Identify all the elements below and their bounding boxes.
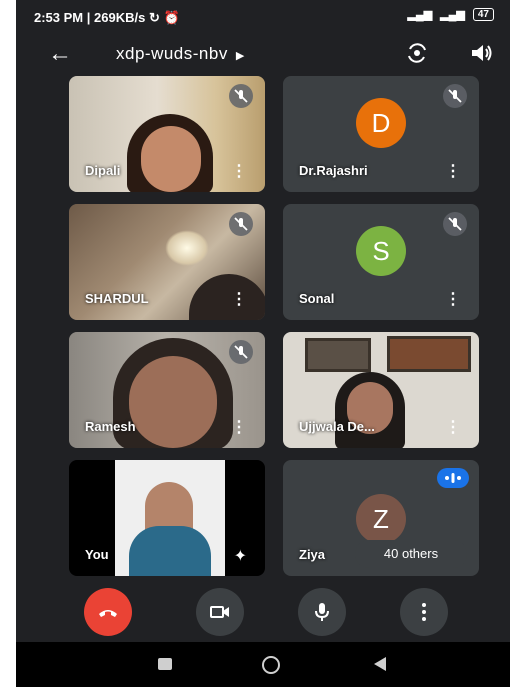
participant-tile-self[interactable]: You ✦ (69, 460, 265, 576)
chevron-right-icon: ▶ (235, 50, 245, 62)
participant-name: Ujjwala De... (299, 419, 375, 434)
microphone-icon (315, 603, 329, 621)
battery-icon: 47 (472, 8, 494, 21)
video-camera-icon (210, 606, 229, 618)
signal-icon-2: ▂▄▆ (440, 9, 465, 21)
participant-tile-ramesh[interactable]: Ramesh ⋮ (69, 332, 265, 448)
participant-name: SHARDUL (85, 291, 149, 306)
phone-screen: 2:53 PM | 269KB/s ↻ ⏰ ▂▄▆ ▂▄▆ 47 ← xdp-w… (16, 0, 510, 687)
more-options-icon[interactable]: ⋮ (231, 164, 247, 180)
more-options-icon[interactable]: ⋮ (445, 292, 461, 308)
participant-tile-ziya[interactable]: Z Ziya 40 others (283, 460, 479, 576)
alarm-icon: ⏰ (163, 10, 180, 25)
mic-off-icon (229, 212, 253, 236)
more-options-button[interactable] (400, 588, 448, 636)
participant-tile-shardul[interactable]: SHARDUL ⋮ (69, 204, 265, 320)
avatar: S (356, 226, 406, 276)
more-options-icon[interactable]: ⋮ (445, 420, 461, 436)
participant-name: Ziya (299, 547, 326, 562)
avatar: Z (356, 494, 406, 544)
switch-camera-icon[interactable] (404, 40, 430, 66)
participant-name: Ramesh (85, 419, 136, 434)
network-speed: 269KB/s (94, 10, 146, 25)
microphone-button[interactable] (298, 588, 346, 636)
mic-off-icon (229, 84, 253, 108)
speaking-indicator-icon (437, 468, 469, 488)
camera-button[interactable] (196, 588, 244, 636)
meeting-header: ← xdp-wuds-nbv ▶ (16, 34, 510, 74)
participant-tile-dr-rajashri[interactable]: D Dr.Rajashri ⋮ (283, 76, 479, 192)
participant-tile-sonal[interactable]: S Sonal ⋮ (283, 204, 479, 320)
others-count[interactable]: 40 others (355, 540, 467, 568)
participant-tile-ujjwala[interactable]: Ujjwala De... ⋮ (283, 332, 479, 448)
signal-icon: ▂▄▆ (407, 9, 433, 21)
status-bar: 2:53 PM | 269KB/s ↻ ⏰ ▂▄▆ ▂▄▆ 47 (16, 0, 510, 34)
mic-off-icon (229, 340, 253, 364)
recents-icon[interactable] (158, 658, 172, 670)
end-call-button[interactable] (84, 588, 132, 636)
vertical-dots-icon (422, 603, 426, 621)
status-time-group: 2:53 PM | 269KB/s ↻ ⏰ (34, 10, 180, 25)
self-video (115, 460, 225, 576)
more-options-icon[interactable]: ⋮ (445, 164, 461, 180)
status-icons: ▂▄▆ ▂▄▆ 47 (407, 8, 494, 21)
speaker-icon[interactable] (468, 40, 494, 66)
meeting-code: xdp-wuds-nbv (116, 44, 228, 63)
effects-icon[interactable]: ✦ (234, 546, 247, 566)
mic-off-icon (443, 212, 467, 236)
back-arrow-icon[interactable]: ← (48, 40, 72, 68)
android-nav-bar (16, 642, 510, 687)
more-options-icon[interactable]: ⋮ (231, 420, 247, 436)
participant-name: Sonal (299, 291, 335, 306)
back-icon[interactable] (374, 657, 386, 671)
status-time: 2:53 PM (34, 10, 84, 25)
phone-hangup-icon (99, 610, 117, 617)
participant-tile-dipali[interactable]: Dipali ⋮ (69, 76, 265, 192)
avatar: D (356, 98, 406, 148)
participant-name: Dipali (85, 163, 121, 178)
participant-name: You (85, 547, 109, 562)
sync-icon: ↻ (148, 10, 160, 25)
mic-off-icon (443, 84, 467, 108)
participant-name: Dr.Rajashri (299, 163, 368, 178)
home-icon[interactable] (262, 656, 280, 674)
meeting-code-title[interactable]: xdp-wuds-nbv ▶ (116, 44, 245, 64)
more-options-icon[interactable]: ⋮ (231, 292, 247, 308)
